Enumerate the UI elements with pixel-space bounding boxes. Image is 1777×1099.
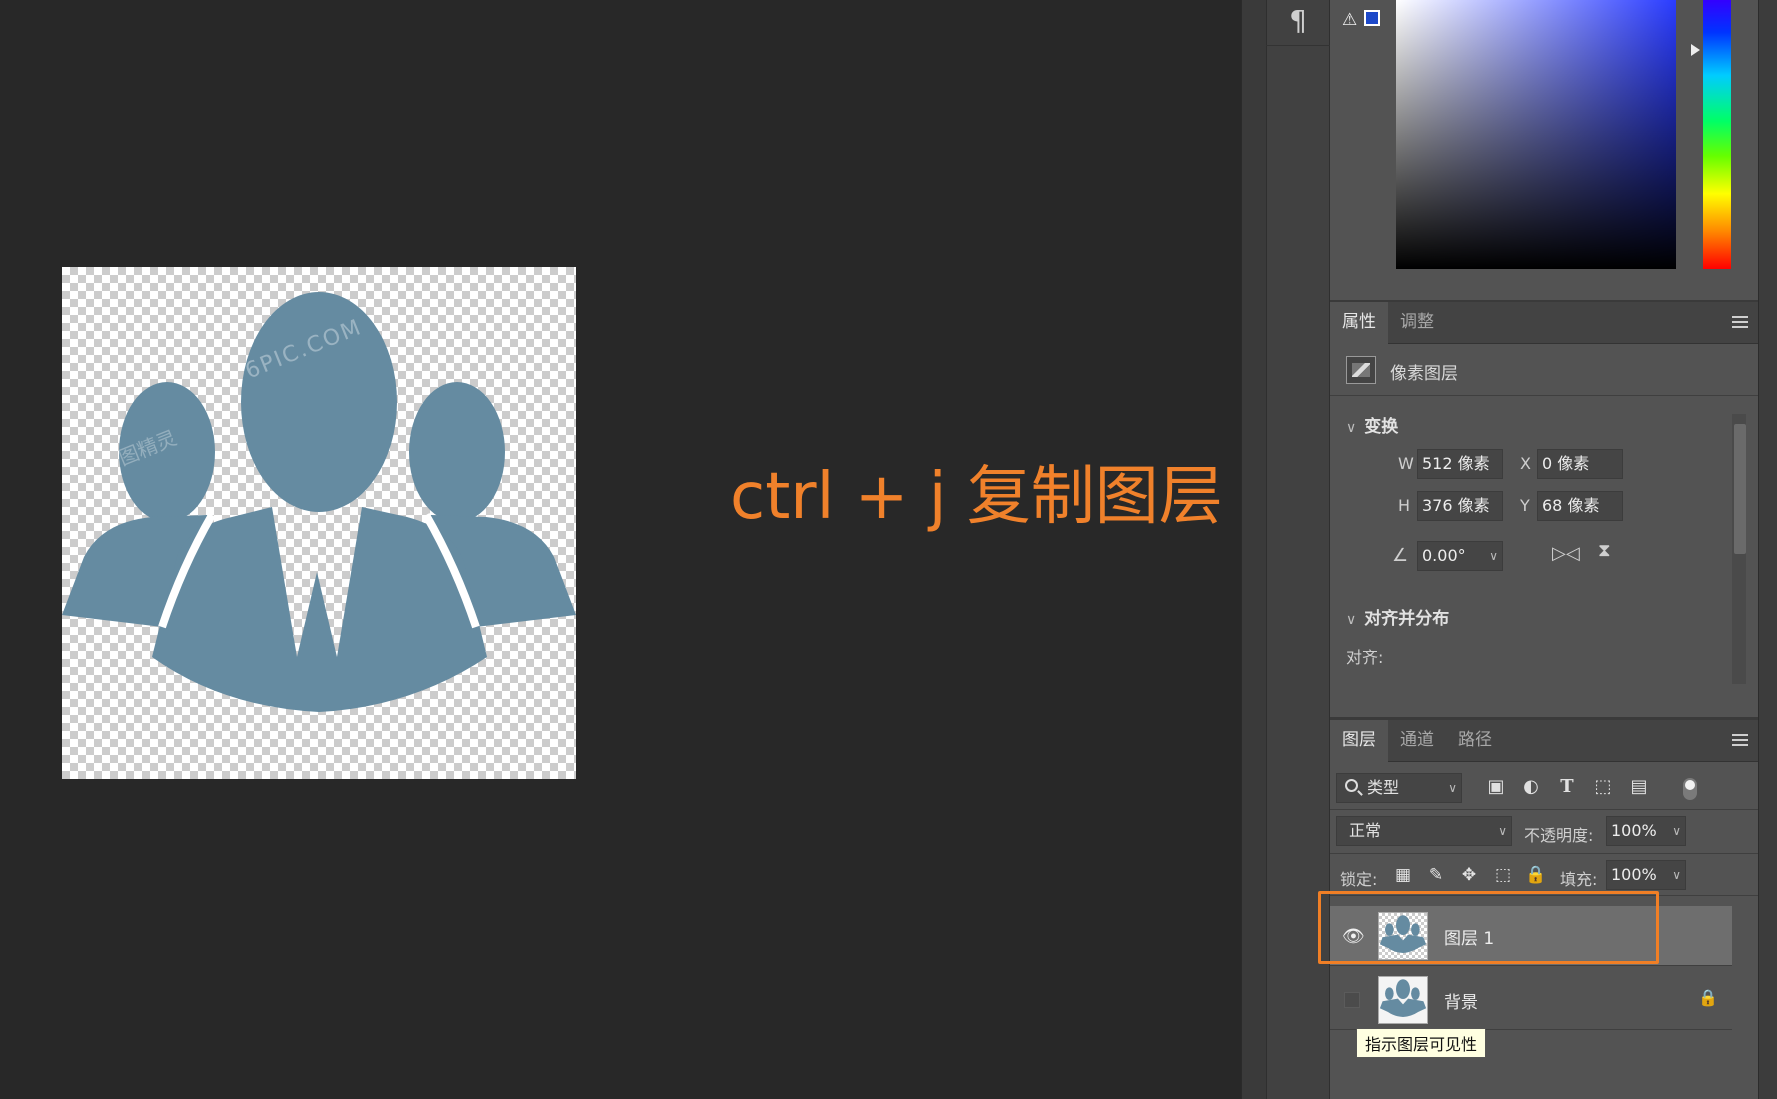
visibility-toggle[interactable]: [1344, 992, 1360, 1008]
height-label: H: [1398, 496, 1411, 515]
blend-row: 正常 ∨ 不透明度: 100% ∨: [1330, 810, 1758, 854]
lock-paint-icon[interactable]: ✎: [1425, 864, 1447, 886]
angle-field[interactable]: 0.00° ∨: [1417, 541, 1503, 571]
flip-vertical-icon[interactable]: ⧗: [1598, 540, 1611, 561]
layer-kind-label: 像素图层: [1390, 364, 1458, 384]
search-icon: [1345, 779, 1358, 792]
fill-field[interactable]: 100% ∨: [1606, 860, 1686, 890]
flip-horizontal-icon[interactable]: ▷◁: [1552, 543, 1580, 564]
y-label: Y: [1520, 496, 1530, 515]
chevron-down-icon: ∨: [1346, 612, 1357, 628]
chevron-down-icon: ∨: [1346, 420, 1357, 436]
x-label: X: [1520, 454, 1531, 473]
hue-slider[interactable]: [1703, 0, 1731, 269]
chevron-down-icon: ∨: [1489, 549, 1498, 563]
panel-edge-scroll: [1758, 0, 1777, 1099]
properties-scroll-thumb[interactable]: [1734, 424, 1746, 554]
opacity-field[interactable]: 100% ∨: [1606, 816, 1686, 846]
color-panel: ⚠: [1330, 0, 1758, 302]
layer-filter-row: 类型 ∨ ▣ ◐ T ⬚ ▤: [1330, 762, 1758, 810]
highlight-annotation: [1318, 891, 1659, 964]
height-field[interactable]: 376 像素: [1417, 491, 1503, 521]
paragraph-icon[interactable]: ¶: [1266, 4, 1330, 46]
properties-panel: 属性 调整 像素图层 ∨ 变换 W 512 像素 X 0 像素 H 376 像素 …: [1330, 302, 1758, 720]
lock-move-icon[interactable]: ✥: [1458, 864, 1480, 886]
lock-row: 锁定: ▦ ✎ ✥ ⬚ 🔒 填充: 100% ∨: [1330, 854, 1758, 896]
layers-tabbar: 图层 通道 路径: [1330, 720, 1758, 762]
lock-artboard-icon[interactable]: ⬚: [1492, 864, 1514, 886]
lock-label: 锁定:: [1340, 870, 1378, 889]
y-field[interactable]: 68 像素: [1537, 491, 1623, 521]
tab-adjustments[interactable]: 调整: [1388, 302, 1446, 344]
panel-menu-icon[interactable]: [1732, 734, 1748, 746]
transform-section-header[interactable]: ∨ 变换: [1346, 412, 1398, 437]
pixel-layer-icon: [1346, 356, 1376, 384]
align-section-header[interactable]: ∨ 对齐并分布: [1346, 604, 1449, 629]
opacity-label: 不透明度:: [1524, 826, 1594, 845]
layer-row[interactable]: 背景 🔒: [1330, 970, 1732, 1030]
chevron-down-icon: ∨: [1448, 781, 1457, 795]
canvas-area[interactable]: 6PIC.COM 图精灵 ctrl + j 复制图层: [0, 0, 1241, 1099]
shape-filter-icon[interactable]: ⬚: [1592, 776, 1614, 798]
align-label: 对齐:: [1346, 648, 1384, 667]
x-field[interactable]: 0 像素: [1537, 449, 1623, 479]
layer-thumbnail: [1378, 976, 1428, 1024]
image-filter-icon[interactable]: ▣: [1485, 776, 1507, 798]
color-picker-field[interactable]: [1396, 0, 1676, 269]
visibility-tooltip: 指示图层可见性: [1356, 1028, 1487, 1058]
lock-all-icon[interactable]: 🔒: [1525, 864, 1547, 886]
hue-slider-marker-icon[interactable]: [1691, 44, 1700, 56]
panel-menu-icon[interactable]: [1732, 316, 1748, 328]
tab-properties[interactable]: 属性: [1330, 302, 1388, 344]
chevron-down-icon: ∨: [1672, 868, 1681, 882]
tab-paths[interactable]: 路径: [1446, 720, 1504, 762]
layer-kind-row: 像素图层: [1330, 344, 1758, 396]
filter-toggle[interactable]: [1683, 778, 1697, 800]
angle-icon: ∠: [1392, 545, 1409, 566]
fill-label: 填充:: [1560, 870, 1598, 889]
tab-channels[interactable]: 通道: [1388, 720, 1446, 762]
properties-tabbar: 属性 调整: [1330, 302, 1758, 344]
dock-collapse-strip: [1241, 0, 1266, 1099]
document-canvas[interactable]: 6PIC.COM 图精灵: [62, 267, 576, 779]
width-field[interactable]: 512 像素: [1417, 449, 1503, 479]
gamut-color-swatch[interactable]: [1364, 10, 1380, 26]
text-filter-icon[interactable]: T: [1556, 776, 1578, 798]
shortcut-caption: ctrl + j 复制图层: [730, 460, 1223, 534]
layer-filter-select[interactable]: 类型 ∨: [1336, 773, 1462, 803]
lock-icon: 🔒: [1698, 988, 1718, 1007]
blend-mode-select[interactable]: 正常 ∨: [1336, 816, 1512, 846]
adjustment-filter-icon[interactable]: ◐: [1520, 776, 1542, 798]
chevron-down-icon: ∨: [1672, 824, 1681, 838]
layer-name[interactable]: 背景: [1444, 988, 1478, 1013]
chevron-down-icon: ∨: [1498, 824, 1507, 838]
lock-transparent-icon[interactable]: ▦: [1392, 864, 1414, 886]
width-label: W: [1398, 454, 1414, 473]
smart-object-filter-icon[interactable]: ▤: [1628, 776, 1650, 798]
tab-layers[interactable]: 图层: [1330, 720, 1388, 762]
gamut-warning-icon[interactable]: ⚠: [1342, 10, 1357, 30]
